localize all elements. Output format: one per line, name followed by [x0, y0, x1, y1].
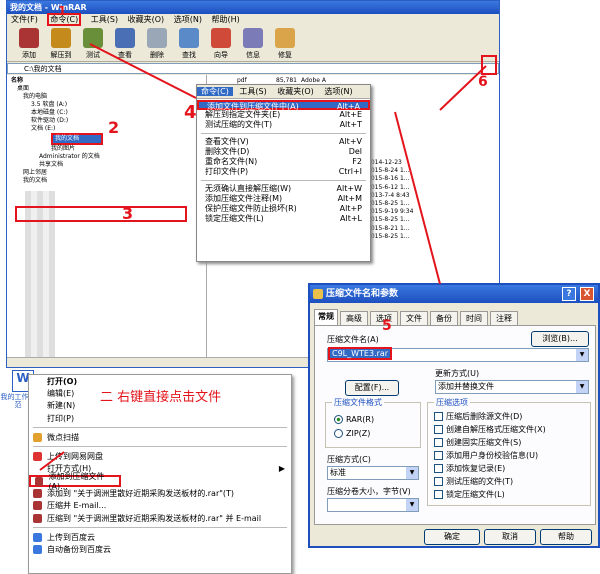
arrow-to-dialog: [394, 111, 441, 285]
arrow-to-dropdown: [439, 65, 487, 111]
annotation-arrows: [39, 43, 487, 471]
arrow-to-menu: [89, 43, 197, 99]
arrow-to-context: [39, 451, 65, 471]
